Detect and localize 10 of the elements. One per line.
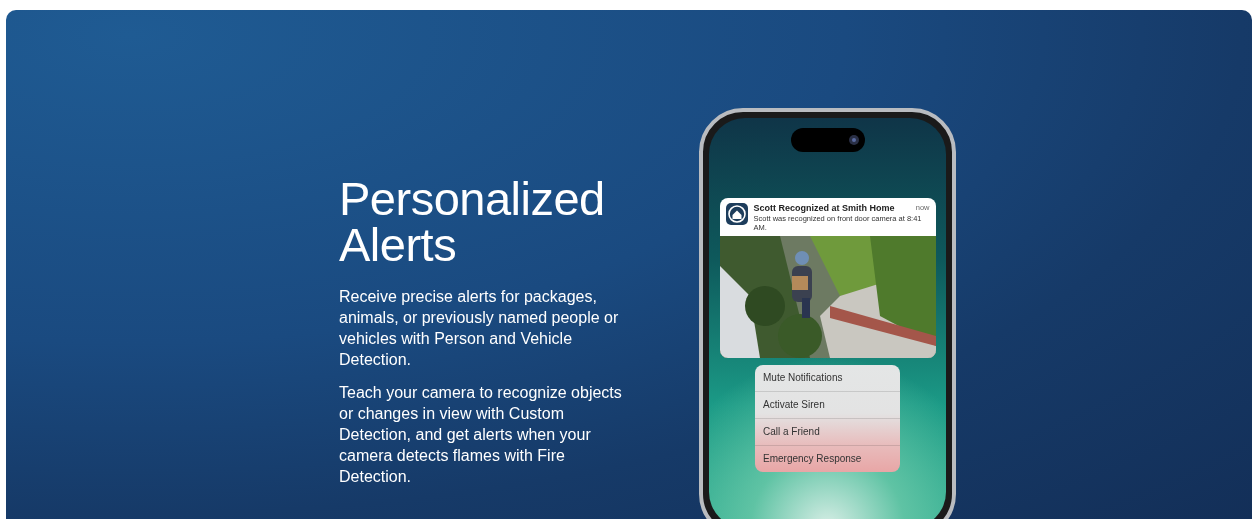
paragraph: Teach your camera to recognize objects or changes in view with Custom Detection, and get alerts when your camera detects flames with Fire Detection. [339,383,623,487]
menu-item[interactable]: Activate Siren [755,392,900,419]
camera-lens-icon [848,135,859,145]
menu-item[interactable]: Emergency Response [755,446,900,472]
menu-item[interactable]: Call a Friend [755,419,900,446]
menu-item[interactable]: Mute Notifications [755,365,900,392]
notification-title: Scott Recognized at Smith Home [753,203,895,213]
heading: Personalized Alerts [339,176,606,268]
paragraph: Receive precise alerts for packages, animals, or previously named people or vehicles with Person and Vehicle Detection. [339,287,620,370]
house-icon [725,203,748,225]
